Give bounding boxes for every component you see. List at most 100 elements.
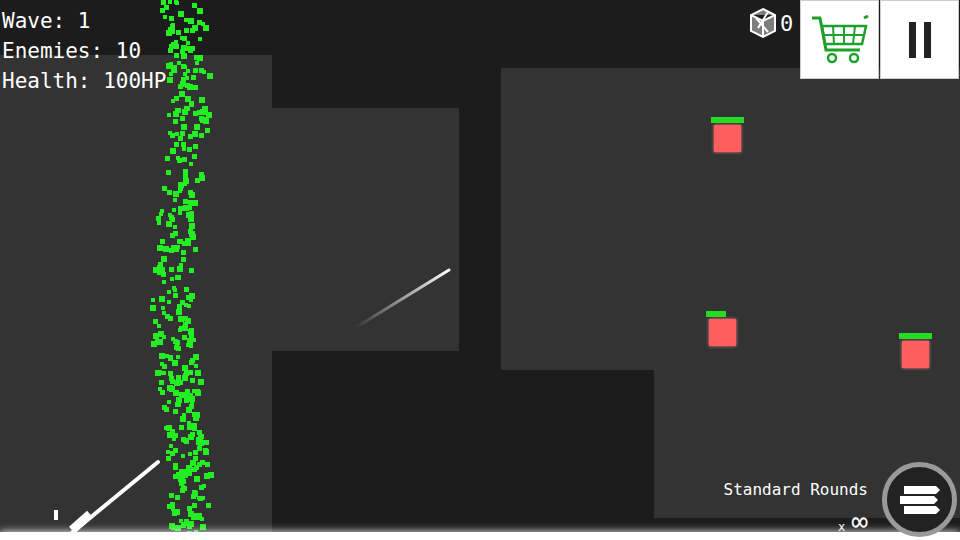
laser-particle [181,142,186,147]
laser-particle [192,200,198,206]
laser-particle [167,190,172,195]
laser-particle [177,266,183,272]
laser-particle [171,245,176,250]
laser-particle [193,450,198,455]
laser-particle [176,245,180,249]
laser-particle [194,364,198,368]
laser-particle [189,162,193,166]
laser-particle [169,62,173,66]
laser-particle [168,371,173,376]
laser-particle [198,442,202,446]
laser-particle [192,389,196,393]
laser-particle [199,133,204,138]
laser-particle [167,290,171,294]
ammo-amount: ∞ [851,508,868,536]
laser-particle [160,209,164,213]
laser-particle [173,119,178,124]
laser-particle [169,444,173,448]
laser-particle [150,305,156,311]
laser-particle [168,213,172,217]
pause-icon [905,20,935,60]
laser-particle [162,335,166,339]
wall-block [272,108,459,351]
enemy-body [714,125,741,152]
laser-particle [185,318,191,324]
laser-particle [188,190,193,195]
laser-particle [189,360,194,365]
laser-particle [192,426,197,431]
laser-particle [203,25,209,31]
laser-particle [181,64,186,69]
shop-button[interactable] [800,0,879,79]
laser-particle [182,147,186,151]
ammo-prefix: x [838,518,845,536]
laser-particle [195,61,199,65]
ammo-count: x∞ [838,508,868,536]
laser-particle [170,386,175,391]
hud-enemies: Enemies: 10 [2,36,166,66]
laser-particle [172,286,176,290]
laser-particle [170,133,175,138]
laser-particle [187,147,192,152]
laser-particle [161,306,165,310]
cart-icon [808,10,872,70]
laser-particle [201,496,205,500]
laser-particle [193,144,198,149]
laser-particle [170,233,175,238]
gun-icon [50,452,170,540]
laser-particle [192,491,198,497]
laser-particle [205,462,210,467]
enemy[interactable] [711,117,744,152]
laser-particle [165,156,170,161]
laser-particle [164,5,169,10]
laser-particle [190,401,194,405]
laser-particle [167,300,171,304]
laser-particle [175,132,179,136]
laser-particle [197,20,202,25]
laser-particle [182,157,187,162]
laser-particle [206,503,211,508]
laser-particle [178,11,184,17]
laser-particle [180,416,186,422]
laser-particle [199,68,204,73]
laser-particle [162,280,166,284]
laser-particle [176,355,180,359]
enemy-health-track [711,117,744,123]
enemy-health-fill [711,117,744,123]
laser-particle [188,452,192,456]
pause-button[interactable] [880,0,959,79]
laser-particle [187,421,191,425]
laser-particle [205,128,210,133]
laser-particle [189,293,195,299]
laser-particle [197,8,203,14]
laser-particle [173,198,177,202]
laser-particle [174,0,178,4]
laser-particle [157,221,161,225]
laser-particle [173,433,178,438]
laser-particle [188,521,194,527]
laser-particle [189,231,195,237]
enemy[interactable] [706,311,739,346]
laser-particle [175,275,180,280]
laser-particle [173,293,178,298]
laser-particle [167,504,172,509]
currency-amount: 0 [780,7,793,40]
laser-particle [179,392,185,398]
laser-particle [187,84,193,90]
laser-particle [195,370,201,376]
laser-particle [166,170,171,175]
laser-particle [185,96,191,102]
laser-particle [184,303,188,307]
ammo-select-button[interactable] [882,462,957,537]
laser-particle [183,72,187,76]
laser-particle [191,75,196,80]
enemy[interactable] [899,333,932,368]
laser-particle [185,389,190,394]
ammo-name: Standard Rounds [724,478,869,502]
laser-particle [192,3,197,8]
laser-particle [203,449,209,455]
laser-particle [170,148,176,154]
laser-particle [180,81,186,87]
game-stage[interactable]: Wave: 1Enemies: 10Health: 100HP0Standard… [0,0,960,540]
laser-particle [178,380,183,385]
